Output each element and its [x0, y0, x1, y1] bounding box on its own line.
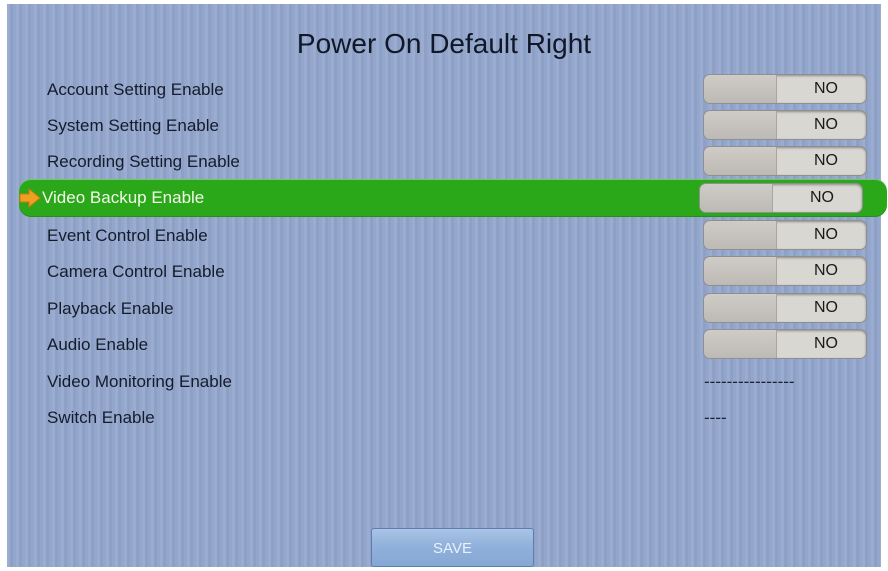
page-title: Power On Default Right	[296, 28, 592, 59]
selection-arrow-icon	[19, 188, 41, 208]
setting-row-event-control[interactable]: Event Control Enable NO	[15, 217, 885, 254]
toggle-value: NO	[814, 226, 838, 243]
toggle-value: NO	[814, 80, 838, 97]
setting-row-recording[interactable]: Recording Setting Enable NO	[15, 143, 885, 180]
setting-label: Video Backup Enable	[42, 188, 205, 207]
toggle-knob	[704, 294, 777, 322]
setting-row-switch[interactable]: Switch Enable ----	[15, 399, 885, 436]
setting-label: Camera Control Enable	[47, 262, 225, 281]
setting-label: Account Setting Enable	[47, 80, 224, 99]
toggle-value: NO	[814, 299, 838, 316]
toggle-knob	[704, 75, 777, 103]
toggle-value: NO	[814, 152, 838, 169]
toggle-knob	[704, 330, 777, 358]
setting-row-system[interactable]: System Setting Enable NO	[15, 107, 885, 144]
setting-label: Video Monitoring Enable	[47, 372, 232, 391]
setting-label: Event Control Enable	[47, 226, 208, 245]
playback-toggle[interactable]: NO	[704, 294, 866, 322]
setting-row-playback[interactable]: Playback Enable NO	[15, 290, 885, 327]
system-setting-toggle[interactable]: NO	[704, 111, 866, 139]
toggle-knob	[704, 221, 777, 249]
setting-label: System Setting Enable	[47, 116, 219, 135]
toggle-value: NO	[814, 262, 838, 279]
setting-label: Playback Enable	[47, 299, 174, 318]
toggle-knob	[704, 257, 777, 285]
setting-row-video-monitoring[interactable]: Video Monitoring Enable ----------------	[15, 363, 885, 400]
setting-row-audio[interactable]: Audio Enable NO	[15, 326, 885, 363]
toggle-value: NO	[810, 189, 834, 206]
video-monitoring-value[interactable]: ----------------	[704, 363, 795, 400]
toggle-value: NO	[814, 335, 838, 352]
account-setting-toggle[interactable]: NO	[704, 75, 866, 103]
setting-label: Audio Enable	[47, 335, 149, 354]
setting-label: Recording Setting Enable	[47, 152, 240, 171]
recording-setting-toggle[interactable]: NO	[704, 147, 866, 175]
settings-panel: Power On Default Right Account Setting E…	[7, 4, 887, 567]
switch-value[interactable]: ----	[704, 399, 727, 436]
setting-row-account[interactable]: Account Setting Enable NO	[15, 71, 885, 108]
toggle-knob	[704, 147, 777, 175]
setting-row-camera-control[interactable]: Camera Control Enable NO	[15, 253, 885, 290]
setting-label: Switch Enable	[47, 408, 155, 427]
setting-row-video-backup[interactable]: Video Backup Enable NO	[19, 179, 887, 217]
toggle-value: NO	[814, 116, 838, 133]
camera-control-toggle[interactable]: NO	[704, 257, 866, 285]
save-button[interactable]: SAVE	[371, 528, 534, 567]
audio-toggle[interactable]: NO	[704, 330, 866, 358]
toggle-knob	[704, 111, 777, 139]
video-backup-toggle[interactable]: NO	[700, 184, 862, 212]
toggle-knob	[700, 184, 773, 212]
event-control-toggle[interactable]: NO	[704, 221, 866, 249]
